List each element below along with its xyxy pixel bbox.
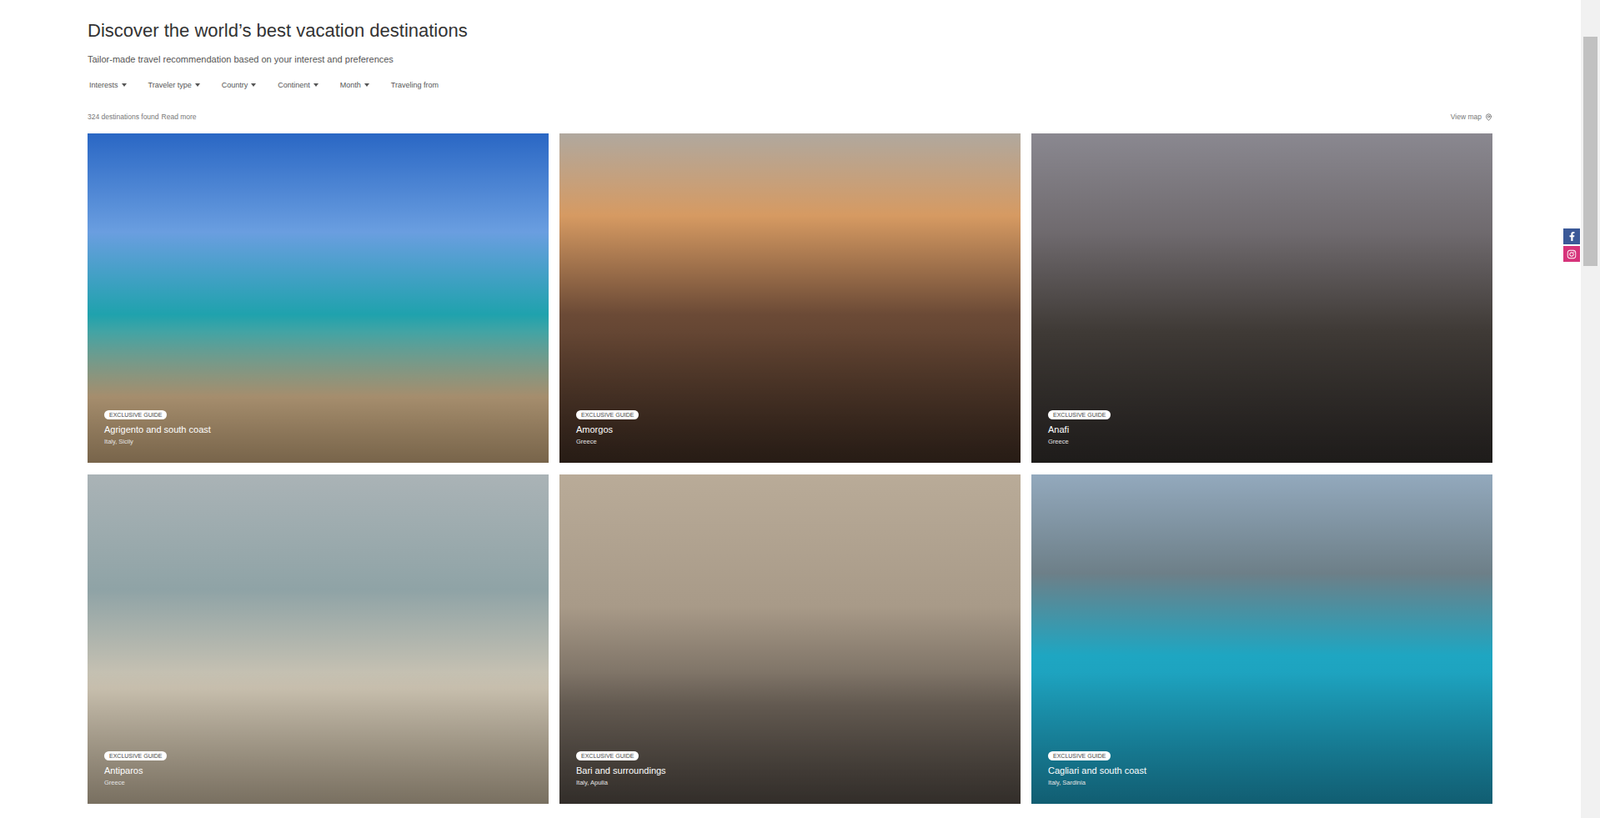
card-title: Agrigento and south coast — [104, 423, 211, 436]
page-subtitle: Tailor-made travel recommendation based … — [87, 53, 1493, 66]
card-caption: EXCLUSIVE GUIDE Bari and surroundingsItal… — [576, 751, 1004, 788]
filter-button[interactable]: Country — [221, 80, 257, 91]
filter-button[interactable]: Continent — [277, 80, 319, 91]
instagram-icon — [1566, 249, 1577, 260]
caret-down-icon — [121, 83, 127, 87]
card-badge: EXCLUSIVE GUIDE — [104, 751, 167, 761]
page-title: Discover the world’s best vacation desti… — [87, 18, 1493, 44]
card-region: Greece — [104, 778, 126, 788]
card-badge: EXCLUSIVE GUIDE — [104, 410, 167, 420]
scrollbar[interactable] — [1580, 0, 1600, 818]
destination-card[interactable]: EXCLUSIVE GUIDE AnafiGreece — [1031, 133, 1493, 463]
card-title: Anafi — [1048, 423, 1069, 436]
read-more-link[interactable]: Read more — [161, 111, 197, 122]
card-region: Italy, Sardinia — [1048, 778, 1086, 788]
filter-button[interactable]: Traveling from — [391, 80, 439, 91]
card-caption: EXCLUSIVE GUIDE Agrigento and south coast… — [104, 410, 532, 447]
filter-button[interactable]: Interests — [89, 80, 127, 91]
card-title: Cagliari and south coast — [1048, 764, 1147, 777]
card-caption: EXCLUSIVE GUIDE AntiparosGreece — [104, 751, 532, 788]
filter-bar: Interests Traveler type Country Continent Mo… — [89, 80, 1493, 91]
destination-card[interactable]: EXCLUSIVE GUIDE Cagliari and south coastI… — [1031, 474, 1493, 804]
destination-card[interactable]: EXCLUSIVE GUIDE Bari and surroundingsItal… — [559, 474, 1021, 804]
card-title: Antiparos — [104, 764, 143, 777]
card-badge: EXCLUSIVE GUIDE — [576, 751, 639, 761]
caret-down-icon — [250, 83, 256, 87]
destination-card[interactable]: EXCLUSIVE GUIDE AntiparosGreece — [87, 474, 549, 804]
caret-down-icon — [364, 83, 370, 87]
view-map-link[interactable]: View map — [1450, 111, 1493, 122]
card-region: Greece — [1048, 437, 1069, 447]
results-row: 324 destinations foundRead more View map — [87, 111, 1493, 122]
card-caption: EXCLUSIVE GUIDE AmorgosGreece — [576, 410, 1004, 447]
facebook-icon — [1567, 231, 1577, 241]
destination-grid: EXCLUSIVE GUIDE Agrigento and south coast… — [87, 133, 1493, 804]
instagram-button[interactable] — [1563, 245, 1580, 262]
destination-card[interactable]: EXCLUSIVE GUIDE AmorgosGreece — [559, 133, 1021, 463]
facebook-button[interactable] — [1563, 228, 1580, 245]
card-title: Bari and surroundings — [576, 764, 667, 777]
destination-card[interactable]: EXCLUSIVE GUIDE Agrigento and south coast… — [87, 133, 549, 463]
card-region: Italy, Apulia — [576, 778, 608, 788]
card-badge: EXCLUSIVE GUIDE — [1048, 751, 1111, 761]
page: Discover the world’s best vacation desti… — [0, 0, 1600, 818]
caret-down-icon — [313, 83, 319, 87]
results-count: 324 destinations foundRead more — [87, 111, 197, 122]
filter-button[interactable]: Traveler type — [148, 80, 201, 91]
card-badge: EXCLUSIVE GUIDE — [576, 410, 639, 420]
card-region: Greece — [576, 437, 597, 447]
card-region: Italy, Sicily — [104, 437, 134, 447]
filter-button[interactable]: Month — [340, 80, 370, 91]
map-pin-icon — [1484, 113, 1493, 121]
main-content: Discover the world’s best vacation desti… — [0, 0, 1493, 804]
card-caption: EXCLUSIVE GUIDE Cagliari and south coastI… — [1048, 751, 1476, 788]
card-caption: EXCLUSIVE GUIDE AnafiGreece — [1048, 410, 1476, 447]
caret-down-icon — [195, 83, 201, 87]
card-title: Amorgos — [576, 423, 613, 436]
scrollbar-thumb[interactable] — [1583, 36, 1598, 266]
card-badge: EXCLUSIVE GUIDE — [1048, 410, 1111, 420]
social-links — [1563, 228, 1580, 262]
